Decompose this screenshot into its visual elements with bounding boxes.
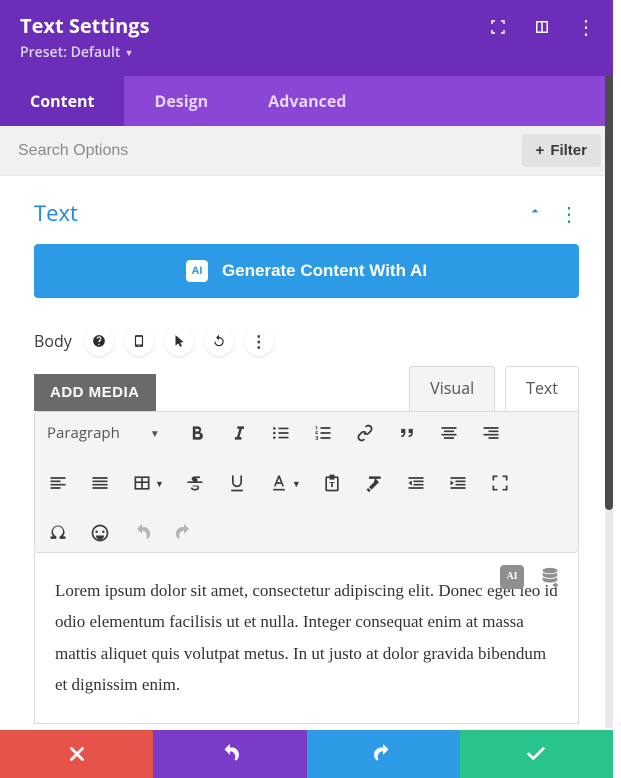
redo-icon[interactable] [173,522,195,544]
tab-design[interactable]: Design [124,76,238,126]
scrollbar-thumb[interactable] [605,0,613,510]
ai-badge-icon[interactable]: AI [500,565,524,589]
special-char-icon[interactable] [47,522,69,544]
preset-dropdown[interactable]: Preset: Default ▼ [20,43,133,62]
undo-icon[interactable] [131,522,153,544]
link-icon[interactable] [354,422,376,444]
main-tabs: Content Design Advanced [0,76,613,126]
text-color-icon [268,472,290,494]
paragraph-select[interactable]: Paragraph ▼ [47,423,166,443]
more-menu-icon[interactable]: ⋮ [577,18,595,36]
tab-advanced[interactable]: Advanced [238,76,376,126]
redo-button[interactable] [307,730,460,778]
body-row: Body ⋮ [34,326,579,356]
filter-button[interactable]: + Filter [522,134,601,167]
database-add-icon[interactable] [538,565,562,589]
triangle-down-icon: ▼ [292,477,301,490]
filter-label: Filter [550,142,587,159]
text-section: Text ⋮ AI Generate Content With AI Body … [0,176,613,724]
body-label: Body [34,330,72,352]
add-media-button[interactable]: ADD MEDIA [34,374,156,411]
indent-icon[interactable] [447,472,469,494]
strikethrough-icon[interactable] [184,472,206,494]
cancel-button[interactable] [0,730,153,778]
bold-icon[interactable] [186,422,208,444]
text-color-dropdown[interactable]: ▼ [268,472,301,494]
editor-tab-text[interactable]: Text [505,366,579,411]
numbered-list-icon[interactable] [312,422,334,444]
collapse-icon[interactable] [527,201,543,225]
table-icon [131,472,153,494]
editor-body[interactable]: AI Lorem ipsum dolor sit amet, consectet… [34,553,579,724]
panel-header: Text Settings Preset: Default ▼ ⋮ [0,0,613,76]
fullscreen-icon[interactable] [489,18,507,36]
body-more-icon[interactable]: ⋮ [244,326,274,356]
triangle-down-icon: ▼ [155,477,164,490]
preset-label: Preset: Default [20,43,120,62]
save-button[interactable] [460,730,613,778]
reset-icon[interactable] [204,326,234,356]
triangle-down-icon: ▼ [150,426,160,440]
ai-icon: AI [186,260,208,282]
plus-icon: + [536,142,545,159]
help-icon[interactable] [84,326,114,356]
editor-tab-visual[interactable]: Visual [409,366,495,411]
emoji-icon[interactable] [89,522,111,544]
justify-icon[interactable] [89,472,111,494]
tab-content[interactable]: Content [0,76,124,126]
outdent-icon[interactable] [405,472,427,494]
cursor-icon[interactable] [164,326,194,356]
underline-icon[interactable] [226,472,248,494]
chevron-down-icon: ▼ [124,46,133,59]
search-row: + Filter [0,126,613,176]
expand-icon[interactable] [489,472,511,494]
scrollbar-track[interactable] [605,0,613,728]
bullet-list-icon[interactable] [270,422,292,444]
table-dropdown[interactable]: ▼ [131,472,164,494]
clear-format-icon[interactable] [363,472,385,494]
search-input[interactable] [0,128,522,174]
footer-actions [0,730,613,778]
align-left-icon[interactable] [47,472,69,494]
section-title: Text [34,198,527,228]
paragraph-label: Paragraph [47,423,120,443]
content-text: Lorem ipsum dolor sit amet, consectetur … [55,575,558,701]
editor-toolbar: Paragraph ▼ ▼ ▼ [34,411,579,553]
generate-ai-button[interactable]: AI Generate Content With AI [34,244,579,298]
phone-icon[interactable] [124,326,154,356]
undo-button[interactable] [153,730,306,778]
split-view-icon[interactable] [533,18,551,36]
italic-icon[interactable] [228,422,250,444]
quote-icon[interactable] [396,422,418,444]
align-right-icon[interactable] [480,422,502,444]
paste-text-icon[interactable] [321,472,343,494]
ai-button-label: Generate Content With AI [222,261,427,281]
align-center-icon[interactable] [438,422,460,444]
section-more-icon[interactable]: ⋮ [559,200,579,227]
